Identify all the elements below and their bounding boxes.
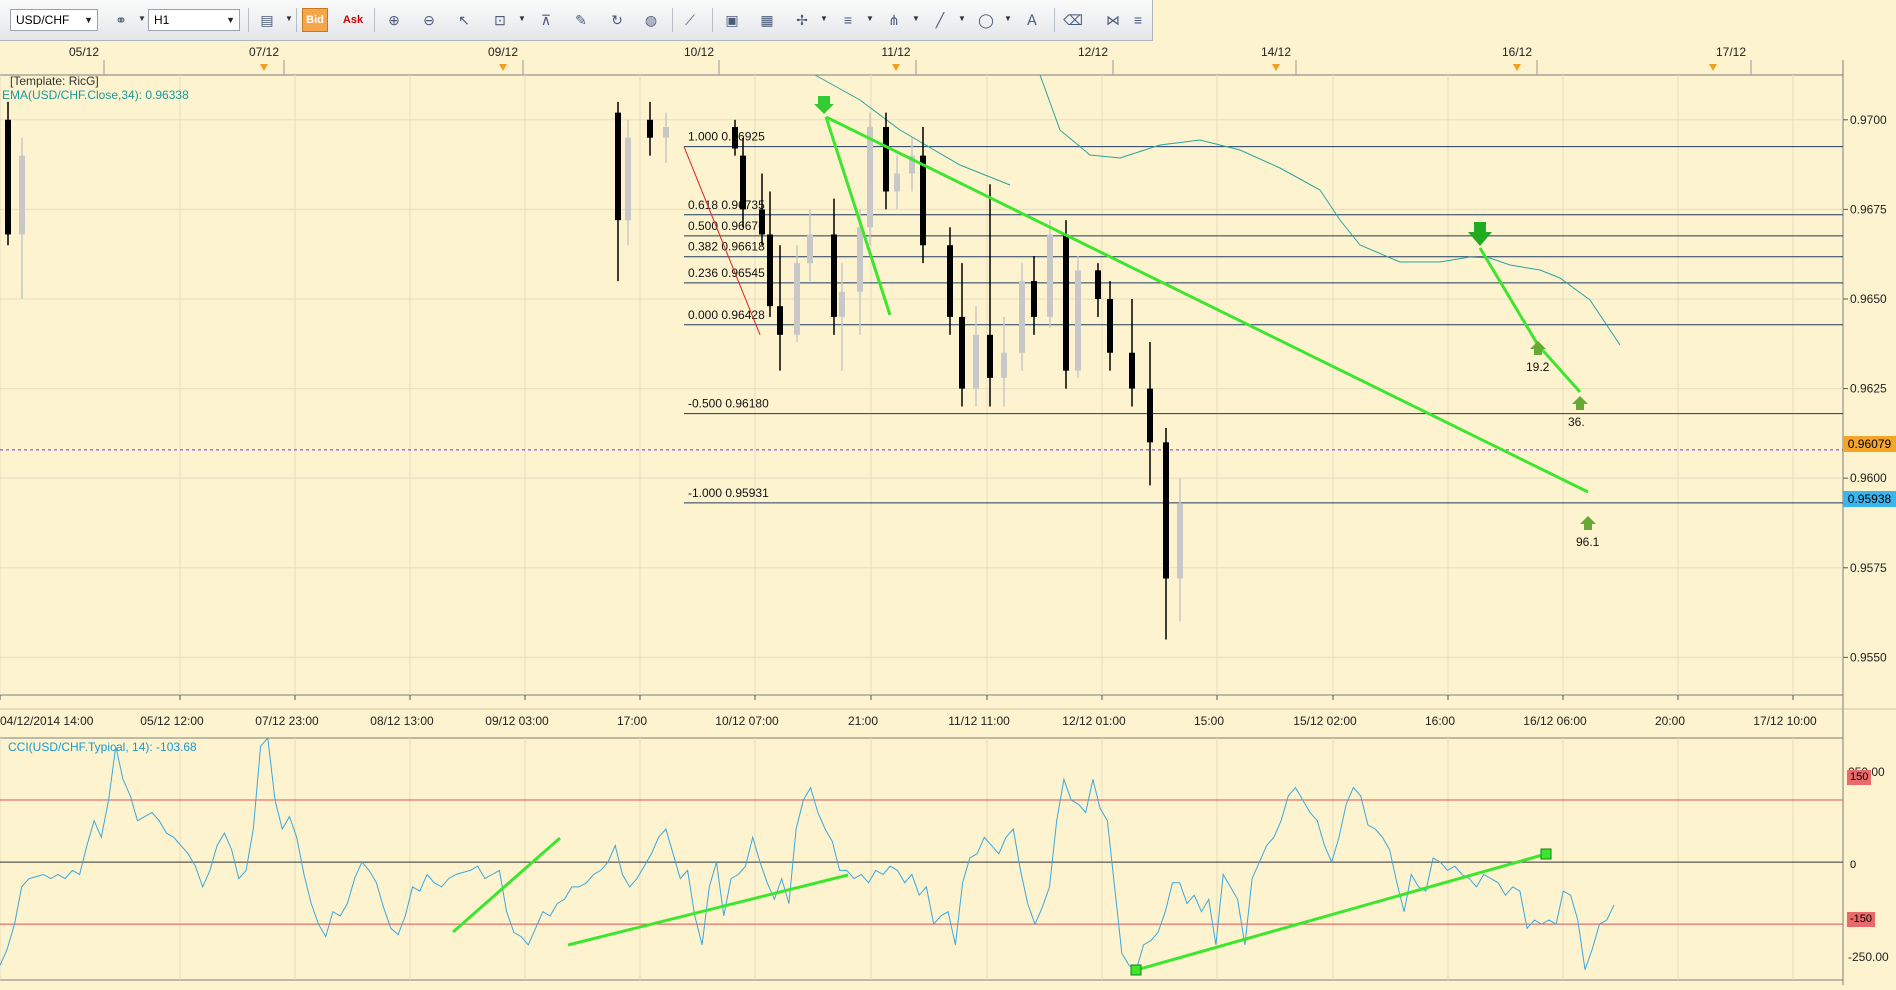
candle-body xyxy=(973,334,979,389)
cci-level-minus150-tag: -150 xyxy=(1847,912,1876,927)
x-tick-label: 05/12 12:00 xyxy=(140,714,204,728)
y-tick-label: 0.9625 xyxy=(1850,382,1887,396)
x-tick-label: 16/12 06:00 xyxy=(1523,714,1587,728)
cci-level-0-label: 0 xyxy=(1850,859,1857,871)
candle-body xyxy=(777,306,783,335)
candle-body xyxy=(732,126,738,149)
bid-price-tag: 0.95938 xyxy=(1843,491,1896,507)
candle-body xyxy=(831,234,837,317)
candle-body xyxy=(1075,270,1081,371)
cci-level-150-tag: 150 xyxy=(1847,770,1872,785)
candle-body xyxy=(647,119,653,138)
candle-body xyxy=(894,173,900,192)
cci-trend-handle xyxy=(1540,848,1552,860)
x-tick-label: 15:00 xyxy=(1194,714,1224,728)
candle-body xyxy=(1001,352,1007,378)
y-tick-label: 0.9650 xyxy=(1850,292,1887,306)
top-date-label: 16/12 xyxy=(1502,45,1532,59)
candle-body xyxy=(1019,281,1025,353)
current-price-tag: 0.96079 xyxy=(1843,436,1896,452)
marker-label: 36. xyxy=(1568,415,1585,429)
candle-body xyxy=(1063,234,1069,371)
candle-body xyxy=(740,155,746,210)
candle-body xyxy=(1129,352,1135,389)
candle-body xyxy=(615,112,621,221)
x-tick-label: 17/12 10:00 xyxy=(1753,714,1817,728)
candle-body xyxy=(759,209,765,235)
candle-body xyxy=(625,137,631,221)
candle-body xyxy=(947,245,953,317)
candle-body xyxy=(1177,503,1183,579)
top-date-label: 09/12 xyxy=(488,45,518,59)
candle-body xyxy=(1095,270,1101,299)
candle-body xyxy=(807,234,813,264)
x-tick-label: 10/12 07:00 xyxy=(715,714,779,728)
top-date-label: 07/12 xyxy=(249,45,279,59)
candle-body xyxy=(959,316,965,389)
template-label: [Template: RicG] xyxy=(10,74,99,88)
top-date-label: 17/12 xyxy=(1716,45,1746,59)
candle-body xyxy=(1107,298,1113,353)
x-tick-label: 17:00 xyxy=(617,714,647,728)
x-tick-label: 15/12 02:00 xyxy=(1293,714,1357,728)
x-tick-label: 09/12 03:00 xyxy=(485,714,549,728)
candle-body xyxy=(1047,234,1053,317)
candle-body xyxy=(1163,442,1169,579)
candle-body xyxy=(987,334,993,378)
candle-body xyxy=(883,126,889,192)
candle-body xyxy=(5,119,11,235)
x-tick-label: 20:00 xyxy=(1655,714,1685,728)
top-date-label: 12/12 xyxy=(1078,45,1108,59)
top-date-label: 14/12 xyxy=(1261,45,1291,59)
candle-body xyxy=(1031,281,1037,317)
fib-level-label: 0.500 0.96676 xyxy=(688,219,765,233)
fib-level-label: 0.618 0.96735 xyxy=(688,198,765,212)
candle-body xyxy=(839,291,845,317)
x-tick-label: 12/12 01:00 xyxy=(1062,714,1126,728)
candle-body xyxy=(1147,388,1153,443)
fib-level-label: -1.000 0.95931 xyxy=(688,486,769,500)
marker-label: 19.2 xyxy=(1526,360,1550,374)
candle-body xyxy=(857,227,863,292)
candle-body xyxy=(867,126,873,228)
top-date-label: 11/12 xyxy=(881,45,910,59)
fib-level-label: 0.236 0.96545 xyxy=(688,266,765,280)
y-tick-label: 0.9600 xyxy=(1850,471,1887,485)
candle-body xyxy=(794,263,800,335)
x-tick-label: 04/12/2014 14:00 xyxy=(0,714,94,728)
fib-level-label: -0.500 0.96180 xyxy=(688,397,769,411)
candle-body xyxy=(663,126,669,138)
y-tick-label: 0.9675 xyxy=(1850,202,1887,216)
ema-label: EMA(USD/CHF.Close,34): 0.96338 xyxy=(2,88,189,102)
cci-label: CCI(USD/CHF.Typical, 14): -103.68 xyxy=(8,740,197,754)
x-tick-label: 16:00 xyxy=(1425,714,1455,728)
candle-body xyxy=(767,234,773,307)
top-date-label: 10/12 xyxy=(684,45,714,59)
y-tick-label: 0.9550 xyxy=(1850,650,1887,664)
x-tick-label: 21:00 xyxy=(848,714,878,728)
marker-label: 96.1 xyxy=(1576,535,1600,549)
y-tick-label: 0.9575 xyxy=(1850,561,1887,575)
cci-trend-handle xyxy=(1130,964,1142,976)
chart-canvas[interactable]: 1.000 0.96925 0.618 0.96735 0.500 0.96676 0… xyxy=(0,0,1896,990)
top-date-label: 05/12 xyxy=(69,45,99,59)
x-tick-label: 07/12 23:00 xyxy=(255,714,319,728)
candle-body xyxy=(920,155,926,246)
cci-plot-area xyxy=(0,737,1844,981)
x-tick-label: 08/12 13:00 xyxy=(370,714,434,728)
x-tick-label: 11/12 11:00 xyxy=(948,714,1010,728)
cci-y-tick-label: -250.00 xyxy=(1848,950,1889,964)
candle-body xyxy=(19,155,25,235)
fib-level-label: 1.000 0.96925 xyxy=(688,130,765,144)
y-tick-label: 0.9700 xyxy=(1850,113,1887,127)
